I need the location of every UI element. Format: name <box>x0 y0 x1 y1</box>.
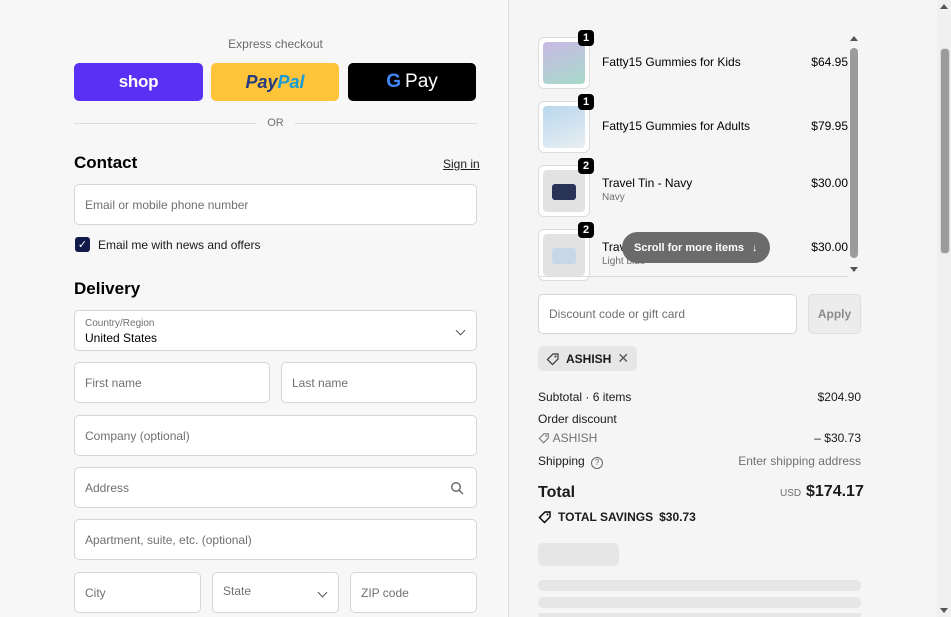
address-placeholder: Address <box>85 480 130 495</box>
item-variant: Navy <box>602 192 625 203</box>
tag-icon <box>538 511 551 524</box>
item-price: $64.95 <box>811 55 848 69</box>
country-value: United States <box>85 331 158 345</box>
shop-pay-button[interactable]: shop <box>74 63 203 101</box>
zip-placeholder: ZIP code <box>361 585 409 600</box>
chevron-down-icon <box>455 325 466 335</box>
discount-code-input[interactable]: Discount code or gift card <box>538 294 797 334</box>
city-placeholder: City <box>85 585 106 600</box>
cart-list-scrollbar[interactable] <box>850 36 858 272</box>
company-placeholder: Company (optional) <box>85 428 190 443</box>
state-select[interactable]: State <box>212 572 339 613</box>
first-name-placeholder: First name <box>85 375 142 390</box>
skeleton-loader <box>538 543 619 566</box>
total-value: $174.17 <box>806 483 864 500</box>
search-icon <box>450 481 464 494</box>
quantity-badge: 1 <box>578 30 594 46</box>
quantity-badge: 2 <box>578 222 594 238</box>
remove-discount-icon[interactable]: ✕ <box>617 350 629 367</box>
cart-item: 1 Fatty15 Gummies for Kids $64.95 <box>538 30 848 91</box>
zip-field[interactable]: ZIP code <box>350 572 477 613</box>
quantity-badge: 1 <box>578 94 594 110</box>
scroll-down-arrow-icon[interactable] <box>850 267 858 272</box>
scroll-thumb[interactable] <box>850 48 858 258</box>
discount-placeholder: Discount code or gift card <box>549 307 686 321</box>
scroll-up-arrow-icon[interactable] <box>850 36 858 41</box>
quantity-badge: 2 <box>578 158 594 174</box>
email-field[interactable]: Email or mobile phone number <box>74 184 477 225</box>
subtotal-label: Subtotal · 6 items <box>538 390 632 404</box>
scroll-up-arrow-icon[interactable] <box>940 4 948 9</box>
express-checkout-title: Express checkout <box>228 37 323 51</box>
subtotal-row: Subtotal · 6 items $204.90 <box>538 390 861 404</box>
cart-item: 2 Travel Tin - Navy Navy $30.00 <box>538 158 848 219</box>
apply-discount-button[interactable]: Apply <box>808 294 861 334</box>
divider-line <box>538 276 848 277</box>
country-select[interactable]: Country/Region United States <box>74 310 477 351</box>
state-placeholder: State <box>223 583 252 598</box>
country-label: Country/Region <box>85 318 155 329</box>
shipping-value: Enter shipping address <box>738 454 861 468</box>
item-price: $79.95 <box>811 119 848 133</box>
paypal-button[interactable]: Pay Pal <box>211 63 339 101</box>
item-name: Fatty15 Gummies for Adults <box>602 119 751 133</box>
shipping-row: Shipping ? Enter shipping address <box>538 454 861 469</box>
applied-discount-chip: ASHISH ✕ <box>538 346 638 371</box>
shipping-label: Shipping <box>538 454 585 468</box>
tag-icon <box>546 352 559 365</box>
google-g-icon: G <box>386 71 402 92</box>
contact-heading: Contact <box>74 153 138 172</box>
cart-item: 1 Fatty15 Gummies for Adults $79.95 <box>538 94 848 155</box>
last-name-field[interactable]: Last name <box>281 362 477 403</box>
paypal-label-pal: Pal <box>277 71 305 92</box>
newsletter-label: Email me with news and offers <box>98 237 261 252</box>
order-discount-label: Order discount <box>538 412 617 426</box>
sign-in-link[interactable]: Sign in <box>443 157 480 171</box>
shop-pay-label: shop <box>118 72 159 91</box>
currency-label: USD <box>780 488 802 499</box>
arrow-down-icon: ↓ <box>752 241 758 254</box>
google-pay-label: Pay <box>405 71 438 92</box>
email-placeholder: Email or mobile phone number <box>85 197 249 212</box>
city-field[interactable]: City <box>74 572 201 613</box>
order-discount-row: Order discount <box>538 412 861 426</box>
skeleton-loader <box>538 613 861 617</box>
address-field[interactable]: Address <box>74 467 477 508</box>
item-name: Fatty15 Gummies for Kids <box>602 55 741 69</box>
newsletter-option[interactable]: ✓ Email me with news and offers <box>75 237 261 252</box>
delivery-heading: Delivery <box>74 279 141 298</box>
last-name-placeholder: Last name <box>292 375 349 390</box>
google-pay-button[interactable]: G Pay <box>348 63 476 101</box>
help-icon[interactable]: ? <box>591 457 604 469</box>
discount-value: – $30.73 <box>814 431 861 445</box>
chevron-down-icon <box>317 587 328 597</box>
savings-label: TOTAL SAVINGS <box>558 510 654 524</box>
apartment-placeholder: Apartment, suite, etc. (optional) <box>85 532 252 547</box>
page-scrollbar[interactable] <box>937 0 951 617</box>
skeleton-loader <box>538 597 861 608</box>
or-divider: OR <box>74 117 477 129</box>
newsletter-checkbox[interactable]: ✓ <box>75 237 90 252</box>
or-label: OR <box>267 117 284 129</box>
item-name: Travel Tin - Navy <box>602 176 693 190</box>
applied-code-label: ASHISH <box>566 351 612 366</box>
tag-icon <box>538 431 553 445</box>
scroll-for-more-button[interactable]: Scroll for more items ↓ <box>622 232 770 263</box>
company-field[interactable]: Company (optional) <box>74 415 477 456</box>
paypal-label-pay: Pay <box>245 71 278 92</box>
total-label: Total <box>538 484 576 501</box>
first-name-field[interactable]: First name <box>74 362 270 403</box>
scroll-down-arrow-icon[interactable] <box>940 608 948 613</box>
savings-value: $30.73 <box>659 510 696 524</box>
item-price: $30.00 <box>811 176 848 190</box>
total-savings: TOTAL SAVINGS $30.73 <box>538 510 696 524</box>
skeleton-loader <box>538 580 861 591</box>
item-price: $30.00 <box>811 240 848 254</box>
discount-code-row: ASHISH – $30.73 <box>538 431 861 445</box>
scroll-thumb[interactable] <box>940 48 950 254</box>
apartment-field[interactable]: Apartment, suite, etc. (optional) <box>74 519 477 560</box>
discount-code-label: ASHISH <box>552 431 598 445</box>
subtotal-value: $204.90 <box>817 390 861 404</box>
scroll-hint-label: Scroll for more items <box>634 241 745 254</box>
